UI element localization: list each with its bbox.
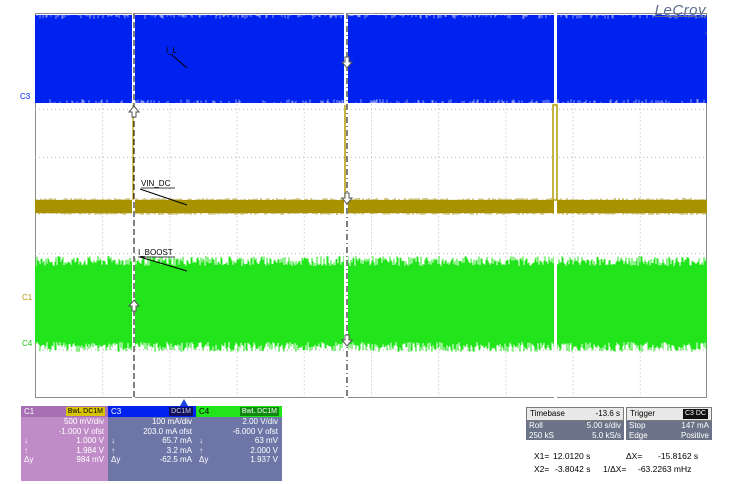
timebase-title: Timebase xyxy=(530,409,565,418)
cursor-dx-label: ΔX= xyxy=(626,451,643,461)
delta-y-label: Δy xyxy=(111,455,121,464)
cursor-x1-value: 12.0120 s xyxy=(553,451,591,461)
offset-value: 203.0 mA ofst xyxy=(143,426,192,436)
oscilloscope-screen: I_L VIN_DC I_BOOST LeCroy C3 C1 C4 C1 BwL … xyxy=(0,0,756,484)
trigger-title: Trigger xyxy=(630,409,656,418)
timebase-samples: 250 kS xyxy=(529,430,554,440)
c1-marker: C1 xyxy=(22,293,33,302)
cursor-up-icon: ↑ xyxy=(111,445,115,455)
waveform-label-il: I_L xyxy=(166,46,178,55)
event-gap xyxy=(554,13,557,398)
trigger-tags: C3 DC xyxy=(682,409,708,419)
cursor-up-value: 3.2 mA xyxy=(166,445,192,455)
channel-name: C4 xyxy=(199,407,210,416)
c3-marker: C3 xyxy=(20,92,31,101)
delta-y-value: 1.937 V xyxy=(250,455,278,464)
waveform-label-vin-dc: VIN_DC xyxy=(141,179,171,188)
cursor-x2-label: X2= xyxy=(534,464,550,474)
trace-c3-band xyxy=(35,15,707,103)
delta-y-label: Δy xyxy=(199,455,209,464)
cursor-up-arrow-icon xyxy=(127,105,141,118)
cursor-down-icon: ↓ xyxy=(111,436,115,445)
volts-per-div: 500 mV/div xyxy=(63,417,104,426)
volts-per-div: 2.00 V/div xyxy=(242,417,278,426)
cursor-down-value: 65.7 mA xyxy=(162,436,192,445)
waveform-label-iboost: I_BOOST xyxy=(138,248,173,257)
c4-marker: C4 xyxy=(22,339,33,348)
offset-value: -1.000 V ofst xyxy=(58,426,104,436)
channel-panel-c3[interactable]: C3 DC1M 100 mA/div 203.0 mA ofst ↓ 65.7 m… xyxy=(108,406,196,481)
cursor-up-icon: ↑ xyxy=(24,445,28,455)
trigger-panel[interactable]: Trigger C3 DC Stop 147 mA Edge Positive xyxy=(626,407,712,440)
timebase-offset: -13.6 s xyxy=(595,409,620,418)
trigger-mode: Stop xyxy=(629,421,646,430)
cursor-up-value: 2.000 V xyxy=(250,445,278,455)
trigger-slope: Positive xyxy=(680,430,709,440)
cursor-down-icon: ↓ xyxy=(199,436,203,445)
channel-name: C3 xyxy=(111,407,122,416)
timebase-panel[interactable]: Timebase -13.6 s Roll 5.00 s/div 250 kS 5.… xyxy=(526,407,624,440)
timebase-rate: 5.0 kS/s xyxy=(592,430,621,440)
trigger-type: Edge xyxy=(629,430,648,440)
channel-tags: DC1M xyxy=(169,407,193,416)
cursor-up-value: 1.984 V xyxy=(76,445,104,455)
trigger-position-icon xyxy=(180,399,188,406)
cursor-inv-dx-label: 1/ΔX= xyxy=(603,464,627,474)
delta-y-label: Δy xyxy=(24,455,34,464)
cursor-x1-label: X1= xyxy=(534,451,550,461)
trigger-level: 147 mA xyxy=(681,421,709,430)
waveform-grid[interactable]: I_L VIN_DC I_BOOST xyxy=(35,13,707,398)
delta-y-value: -62.5 mA xyxy=(159,455,192,464)
timebase-sdiv: 5.00 s/div xyxy=(586,421,621,430)
amps-per-div: 100 mA/div xyxy=(151,417,192,426)
cursor-inv-dx-value: -63.2263 mHz xyxy=(638,464,692,474)
delta-y-value: 984 mV xyxy=(76,455,104,464)
channel-name: C1 xyxy=(24,407,35,416)
cursor-dx-value: -15.8162 s xyxy=(658,451,699,461)
cursor-up-icon: ↑ xyxy=(199,445,203,455)
cursor-down-value: 63 mV xyxy=(254,436,278,445)
channel-panel-c1[interactable]: C1 BwL DC1M 500 mV/div -1.000 V ofst ↓ 1.… xyxy=(21,406,108,481)
cursor-x2-value: -3.8042 s xyxy=(555,464,591,474)
brand-logo: LeCroy xyxy=(654,2,706,19)
cursor-down-icon: ↓ xyxy=(24,436,28,445)
channel-tags: BwL DC1M xyxy=(239,407,279,416)
channel-tags: BwL DC1M xyxy=(65,407,105,416)
channel-panel-c4[interactable]: C4 BwL DC1M 2.00 V/div -6.000 V ofst ↓ 63… xyxy=(196,406,282,481)
offset-value: -6.000 V ofst xyxy=(232,426,278,436)
waveform-display: I_L VIN_DC I_BOOST xyxy=(35,13,707,398)
timebase-mode: Roll xyxy=(529,421,543,430)
cursor-down-value: 1.000 V xyxy=(76,436,104,445)
